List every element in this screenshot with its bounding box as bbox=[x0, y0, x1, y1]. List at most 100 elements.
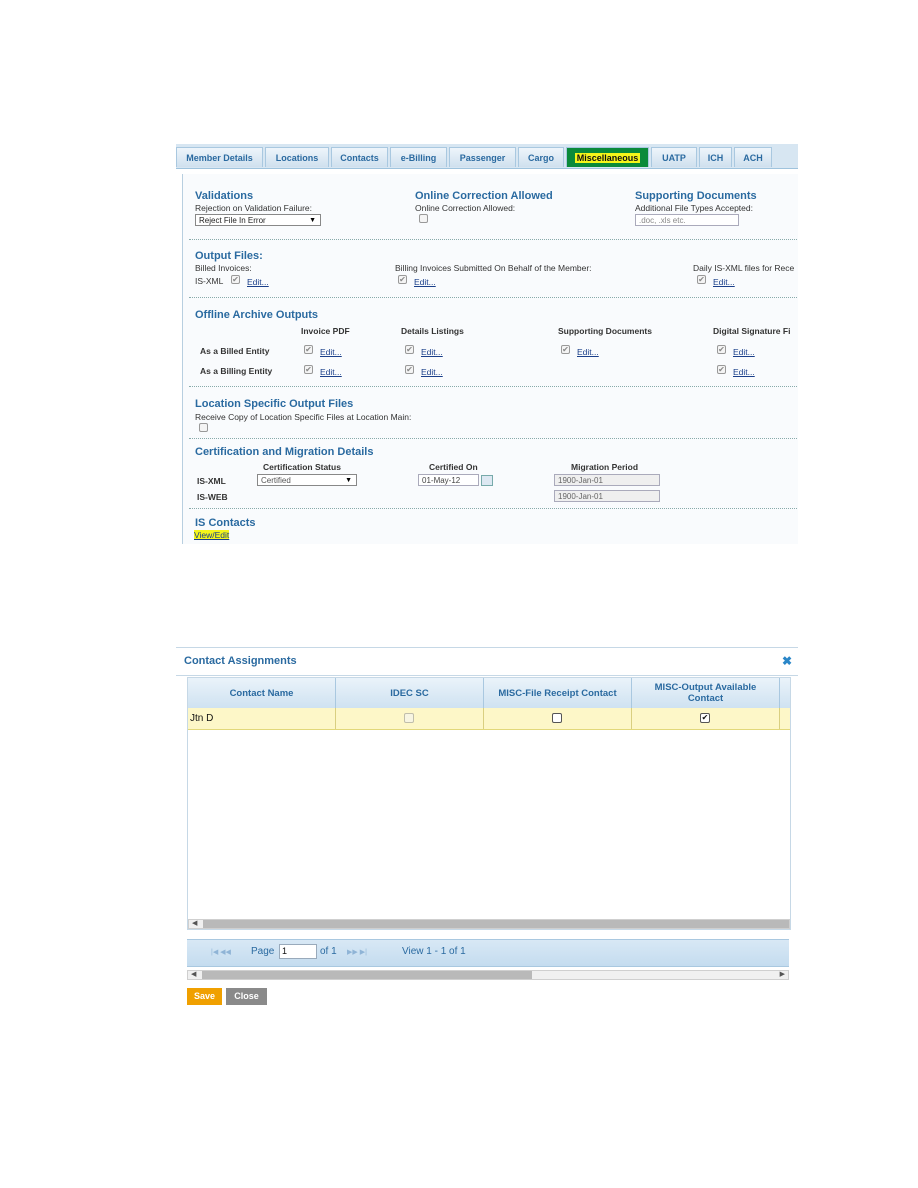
contact-assignments-dialog: Contact Assignments ✖ Contact Name IDEC … bbox=[176, 647, 798, 1011]
tab-e-billing[interactable]: e-Billing bbox=[390, 147, 447, 167]
billing-signature-checkbox[interactable] bbox=[717, 365, 726, 374]
billing-signature-edit[interactable]: Edit... bbox=[733, 367, 755, 377]
location-copy-checkbox[interactable] bbox=[199, 423, 208, 432]
close-button[interactable]: Close bbox=[226, 988, 267, 1005]
page-count: of 1 bbox=[320, 946, 337, 957]
divider bbox=[189, 386, 798, 387]
online-correction-label: Online Correction Allowed: bbox=[415, 203, 516, 213]
location-specific-title: Location Specific Output Files bbox=[195, 398, 354, 410]
dropdown-arrow-icon: ▼ bbox=[345, 477, 352, 484]
billed-listings-edit[interactable]: Edit... bbox=[421, 347, 443, 357]
cert-row-is-web: IS-WEB bbox=[197, 492, 228, 502]
idec-sc-checkbox[interactable] bbox=[404, 713, 414, 723]
billed-pdf-edit[interactable]: Edit... bbox=[320, 347, 342, 357]
dropdown-arrow-icon: ▼ bbox=[309, 217, 316, 224]
first-page-icon[interactable]: |◀ ◀◀ bbox=[211, 948, 231, 956]
tab-contacts[interactable]: Contacts bbox=[331, 147, 388, 167]
certification-status-select[interactable]: Certified ▼ bbox=[257, 474, 357, 486]
table-row[interactable]: Jtn D bbox=[188, 708, 790, 730]
grid-pager: |◀ ◀◀ Page 1 of 1 ▶▶ ▶| View 1 - 1 of 1 bbox=[187, 939, 789, 967]
grid-header: Contact Name IDEC SC MISC-File Receipt C… bbox=[188, 678, 790, 709]
billed-signature-edit[interactable]: Edit... bbox=[733, 347, 755, 357]
tab-cargo[interactable]: Cargo bbox=[518, 147, 564, 167]
billed-docs-checkbox[interactable] bbox=[561, 345, 570, 354]
tab-passenger[interactable]: Passenger bbox=[449, 147, 516, 167]
billing-listings-edit[interactable]: Edit... bbox=[421, 367, 443, 377]
file-types-input[interactable]: .doc, .xls etc. bbox=[635, 214, 739, 226]
col-migration-period: Migration Period bbox=[571, 462, 639, 472]
divider bbox=[189, 438, 798, 439]
location-copy-label: Receive Copy of Location Specific Files … bbox=[195, 412, 412, 422]
is-contacts-title: IS Contacts bbox=[195, 517, 256, 529]
is-xml-label: IS-XML bbox=[195, 276, 224, 286]
col-details-listings: Details Listings bbox=[401, 326, 464, 336]
billing-pdf-edit[interactable]: Edit... bbox=[320, 367, 342, 377]
billed-invoices-label: Billed Invoices: bbox=[195, 263, 252, 273]
grid-horizontal-scrollbar[interactable]: ◀ bbox=[188, 919, 790, 929]
col-supporting-documents: Supporting Documents bbox=[558, 326, 652, 336]
output-available-cell bbox=[632, 708, 780, 729]
col-misc-output-available[interactable]: MISC-Output Available Contact bbox=[632, 678, 780, 708]
page-input[interactable]: 1 bbox=[279, 944, 317, 959]
dialog-horizontal-scrollbar[interactable]: ◀ ▶ bbox=[187, 970, 789, 980]
billed-listings-checkbox[interactable] bbox=[405, 345, 414, 354]
divider bbox=[189, 297, 798, 298]
scroll-right-icon[interactable]: ▶ bbox=[780, 970, 785, 978]
member-profile-panel: Member Details Locations Contacts e-Bill… bbox=[176, 144, 798, 544]
migration-period-xml: 1900-Jan-01 bbox=[554, 474, 660, 486]
billed-pdf-checkbox[interactable] bbox=[304, 345, 313, 354]
col-certification-status: Certification Status bbox=[263, 462, 341, 472]
certification-status-value: Certified bbox=[261, 476, 291, 485]
file-receipt-checkbox[interactable] bbox=[552, 713, 562, 723]
tab-ach[interactable]: ACH bbox=[734, 147, 772, 167]
billed-edit-link[interactable]: Edit... bbox=[247, 277, 269, 287]
calendar-icon[interactable] bbox=[481, 475, 493, 486]
scroll-left-icon[interactable]: ◀ bbox=[191, 970, 196, 978]
col-contact-name[interactable]: Contact Name bbox=[188, 678, 336, 708]
save-button[interactable]: Save bbox=[187, 988, 222, 1005]
idec-sc-cell bbox=[336, 708, 484, 729]
col-certified-on: Certified On bbox=[429, 462, 478, 472]
online-correction-checkbox[interactable] bbox=[419, 214, 428, 223]
output-available-checkbox[interactable] bbox=[700, 713, 710, 723]
col-idec-sc[interactable]: IDEC SC bbox=[336, 678, 484, 708]
contacts-grid: Contact Name IDEC SC MISC-File Receipt C… bbox=[187, 677, 791, 930]
daily-isxml-checkbox[interactable] bbox=[697, 275, 706, 284]
behalf-label: Billing Invoices Submitted On Behalf of … bbox=[395, 263, 592, 273]
cert-row-is-xml: IS-XML bbox=[197, 476, 226, 486]
is-xml-checkbox[interactable] bbox=[231, 275, 240, 284]
certified-on-input[interactable]: 01-May-12 bbox=[418, 474, 479, 486]
divider bbox=[189, 239, 798, 240]
billing-listings-checkbox[interactable] bbox=[405, 365, 414, 374]
certification-title: Certification and Migration Details bbox=[195, 446, 374, 458]
tab-ich[interactable]: ICH bbox=[699, 147, 732, 167]
billed-docs-edit[interactable]: Edit... bbox=[577, 347, 599, 357]
rejection-select[interactable]: Reject File In Error ▼ bbox=[195, 214, 321, 226]
offline-archive-title: Offline Archive Outputs bbox=[195, 309, 319, 321]
billed-signature-checkbox[interactable] bbox=[717, 345, 726, 354]
scrollbar-thumb[interactable] bbox=[202, 971, 532, 979]
scroll-left-icon[interactable]: ◀ bbox=[192, 919, 197, 927]
daily-edit-link[interactable]: Edit... bbox=[713, 277, 735, 287]
tab-locations[interactable]: Locations bbox=[265, 147, 329, 167]
next-page-icon[interactable]: ▶▶ ▶| bbox=[347, 948, 367, 956]
tab-member-details[interactable]: Member Details bbox=[176, 147, 263, 167]
view-edit-link[interactable]: View/Edit bbox=[194, 530, 230, 540]
rejection-select-value: Reject File In Error bbox=[199, 216, 266, 225]
close-icon[interactable]: ✖ bbox=[782, 654, 792, 668]
file-receipt-cell bbox=[484, 708, 632, 729]
tab-content: Validations Rejection on Validation Fail… bbox=[182, 174, 798, 544]
scrollbar-thumb[interactable] bbox=[203, 920, 789, 928]
col-misc-file-receipt[interactable]: MISC-File Receipt Contact bbox=[484, 678, 632, 708]
tab-miscellaneous[interactable]: Miscellaneous bbox=[566, 147, 649, 167]
billing-pdf-checkbox[interactable] bbox=[304, 365, 313, 374]
col-digital-signature: Digital Signature Fi bbox=[713, 326, 791, 336]
row-billing-entity: As a Billing Entity bbox=[200, 366, 273, 376]
behalf-checkbox[interactable] bbox=[398, 275, 407, 284]
online-correction-title: Online Correction Allowed bbox=[415, 190, 553, 202]
tab-uatp[interactable]: UATP bbox=[651, 147, 697, 167]
behalf-edit-link[interactable]: Edit... bbox=[414, 277, 436, 287]
supporting-documents-title: Supporting Documents bbox=[635, 190, 757, 202]
tab-miscellaneous-label: Miscellaneous bbox=[574, 153, 641, 163]
validations-title: Validations bbox=[195, 190, 254, 202]
